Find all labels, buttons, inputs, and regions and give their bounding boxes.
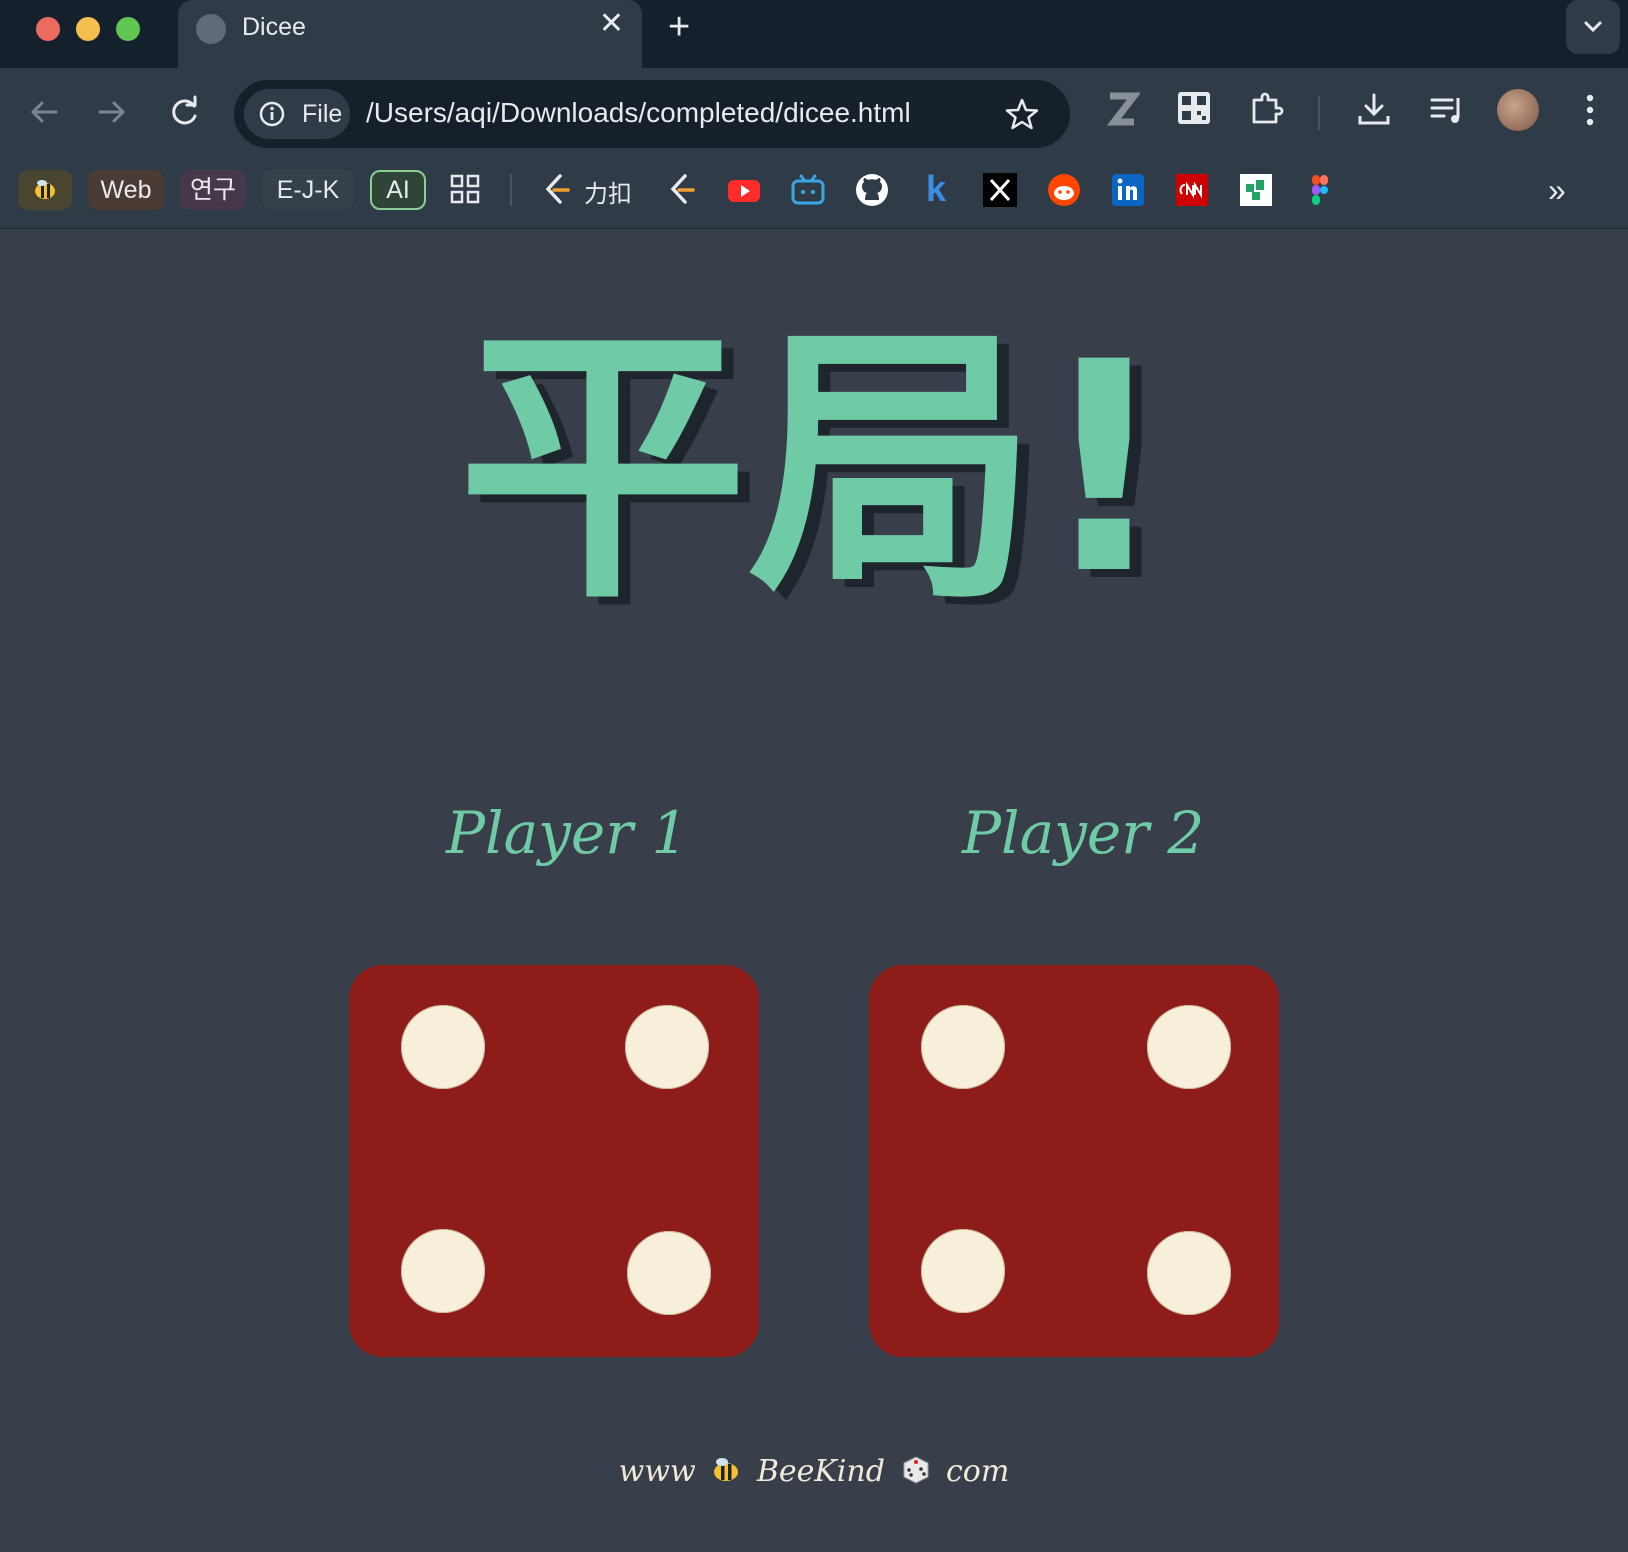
footer-brand: BeeKind bbox=[756, 1454, 885, 1489]
address-bar[interactable]: File /Users/aqi/Downloads/completed/dice… bbox=[234, 80, 1070, 148]
maximize-window-button[interactable] bbox=[116, 17, 140, 41]
footer-prefix: www bbox=[618, 1454, 696, 1489]
linkedin-icon[interactable] bbox=[1110, 172, 1146, 208]
bee-icon bbox=[35, 180, 55, 199]
bookmark-folder-research[interactable]: 연구 bbox=[180, 170, 246, 210]
footer: www BeeKind com bbox=[0, 1453, 1628, 1489]
kaggle-icon[interactable]: k bbox=[926, 168, 946, 210]
url-text[interactable]: /Users/aqi/Downloads/completed/dicee.htm… bbox=[366, 97, 911, 129]
bookmark-folder-ejk[interactable]: E-J-K bbox=[262, 170, 354, 210]
qr-code-icon[interactable] bbox=[1176, 90, 1212, 126]
github-icon[interactable] bbox=[854, 172, 890, 208]
media-queue-icon[interactable] bbox=[1428, 90, 1468, 130]
bookmark-folder-web[interactable]: Web bbox=[88, 170, 164, 210]
apps-grid-icon[interactable] bbox=[448, 172, 484, 208]
minimize-window-button[interactable] bbox=[76, 17, 100, 41]
close-tab-icon[interactable]: ✕ bbox=[599, 9, 624, 39]
browser-titlebar: Dicee ✕ + bbox=[0, 0, 1628, 68]
die-pip bbox=[401, 1005, 485, 1089]
toolbar-divider bbox=[1318, 96, 1320, 130]
profile-avatar[interactable] bbox=[1497, 89, 1539, 131]
tab-title: Dicee bbox=[242, 13, 306, 41]
puzzle-icon[interactable] bbox=[1248, 90, 1286, 128]
dice-icon bbox=[903, 1456, 929, 1484]
kebab-menu-icon[interactable] bbox=[1576, 90, 1604, 130]
globe-icon bbox=[196, 14, 226, 44]
bookmark-folder-ai[interactable]: AI bbox=[370, 170, 426, 210]
z-extension-icon[interactable] bbox=[1104, 90, 1140, 130]
browser-toolbar: File /Users/aqi/Downloads/completed/dice… bbox=[0, 68, 1628, 160]
reload-icon[interactable] bbox=[164, 92, 204, 132]
forward-arrow-icon[interactable] bbox=[92, 92, 132, 132]
player-2-die bbox=[869, 965, 1279, 1357]
reddit-icon[interactable] bbox=[1046, 172, 1082, 208]
player-1-label: Player 1 bbox=[446, 799, 689, 867]
download-icon[interactable] bbox=[1354, 90, 1394, 130]
figma-icon[interactable] bbox=[1302, 172, 1338, 208]
die-pip bbox=[1147, 1005, 1231, 1089]
die-pip bbox=[921, 1229, 1005, 1313]
leetcode-icon-2[interactable] bbox=[664, 172, 700, 208]
tab-search-button[interactable] bbox=[1566, 0, 1620, 54]
bookmarks-divider bbox=[510, 174, 512, 206]
die-pip bbox=[401, 1229, 485, 1313]
bee-icon bbox=[714, 1458, 739, 1481]
bookmarks-bar: Web 연구 E-J-K AI 力扣 k » bbox=[0, 160, 1628, 229]
site-info-chip[interactable]: File bbox=[244, 89, 350, 139]
leetcode-icon bbox=[545, 174, 570, 204]
chevron-down-icon bbox=[1584, 21, 1602, 33]
die-pip bbox=[627, 1231, 711, 1315]
die-pip bbox=[921, 1005, 1005, 1089]
x-twitter-icon[interactable] bbox=[982, 172, 1018, 208]
footer-suffix: com bbox=[946, 1454, 1010, 1489]
close-window-button[interactable] bbox=[36, 17, 60, 41]
cnn-icon[interactable] bbox=[1174, 172, 1210, 208]
bee-bookmark[interactable] bbox=[18, 170, 72, 210]
more-bookmarks-chevron-icon[interactable]: » bbox=[1548, 172, 1566, 209]
info-icon bbox=[259, 101, 285, 127]
bilibili-icon[interactable] bbox=[790, 172, 826, 208]
youtube-icon[interactable] bbox=[726, 172, 762, 208]
active-tab[interactable]: Dicee ✕ bbox=[178, 0, 642, 68]
die-pip bbox=[625, 1005, 709, 1089]
site-chip-label: File bbox=[302, 100, 343, 128]
back-arrow-icon[interactable] bbox=[24, 92, 64, 132]
player-1-die bbox=[349, 965, 759, 1357]
result-headline: 平局! bbox=[457, 301, 1171, 638]
bookmark-leetcode-label: 力扣 bbox=[584, 180, 632, 208]
green-chart-icon[interactable] bbox=[1238, 172, 1274, 208]
page-content: 平局! Player 1 Player 2 www BeeKind com bbox=[0, 229, 1628, 1552]
bookmark-star-icon[interactable] bbox=[1004, 96, 1040, 132]
player-2-label: Player 2 bbox=[962, 799, 1205, 867]
die-pip bbox=[1147, 1231, 1231, 1315]
new-tab-button[interactable]: + bbox=[668, 8, 690, 46]
